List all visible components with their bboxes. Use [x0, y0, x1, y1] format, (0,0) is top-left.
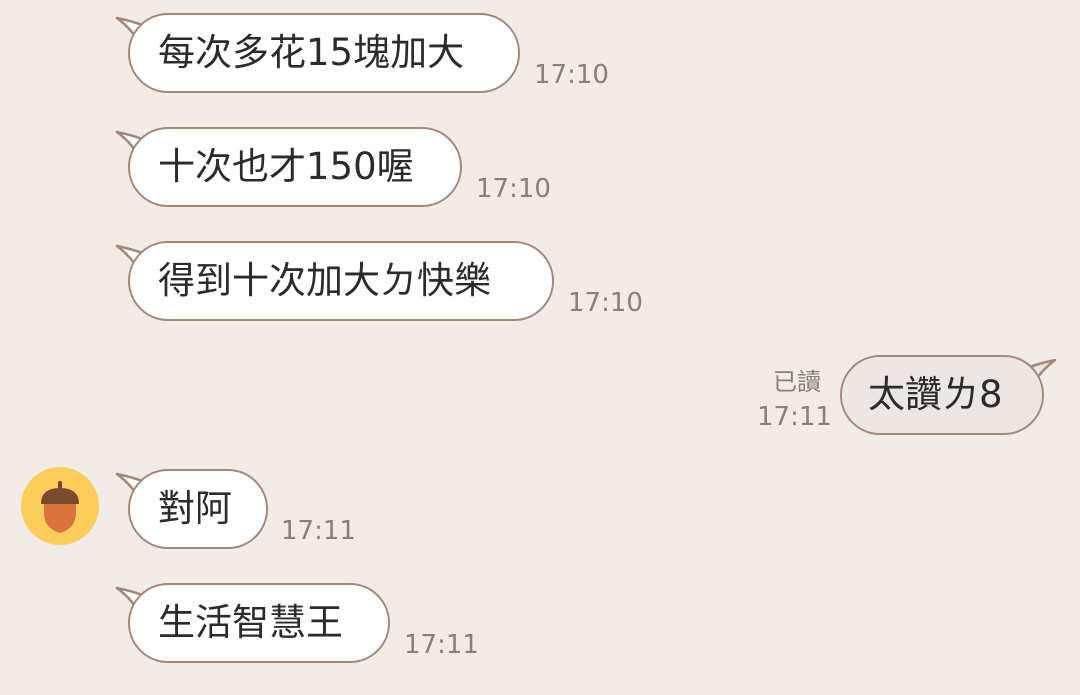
message-text: 十次也才150喔 [158, 145, 414, 188]
avatar[interactable] [21, 467, 99, 545]
message-text: 對阿 [158, 487, 232, 530]
message-bubble[interactable]: 得到十次加大ㄉ快樂 [128, 241, 554, 321]
message-text: 太讚ㄌ8 [868, 373, 1003, 416]
message-time: 17:11 [757, 402, 832, 432]
message-text: 得到十次加大ㄉ快樂 [158, 259, 491, 302]
message-time: 17:11 [404, 630, 479, 660]
message-bubble[interactable]: 每次多花15塊加大 [128, 13, 520, 93]
acorn-icon [41, 481, 79, 533]
message-time: 17:11 [281, 516, 356, 546]
message-bubble[interactable]: 太讚ㄌ8 [840, 355, 1044, 435]
message-text: 生活智慧王 [158, 601, 343, 644]
message-time: 17:10 [568, 288, 643, 318]
message-text: 每次多花15塊加大 [158, 31, 465, 74]
message-time: 17:10 [476, 174, 551, 204]
message-bubble[interactable]: 對阿 [128, 469, 268, 549]
message-time: 17:10 [534, 60, 609, 90]
read-status: 已讀 [773, 368, 821, 396]
message-bubble[interactable]: 十次也才150喔 [128, 127, 462, 207]
message-bubble[interactable]: 生活智慧王 [128, 583, 390, 663]
